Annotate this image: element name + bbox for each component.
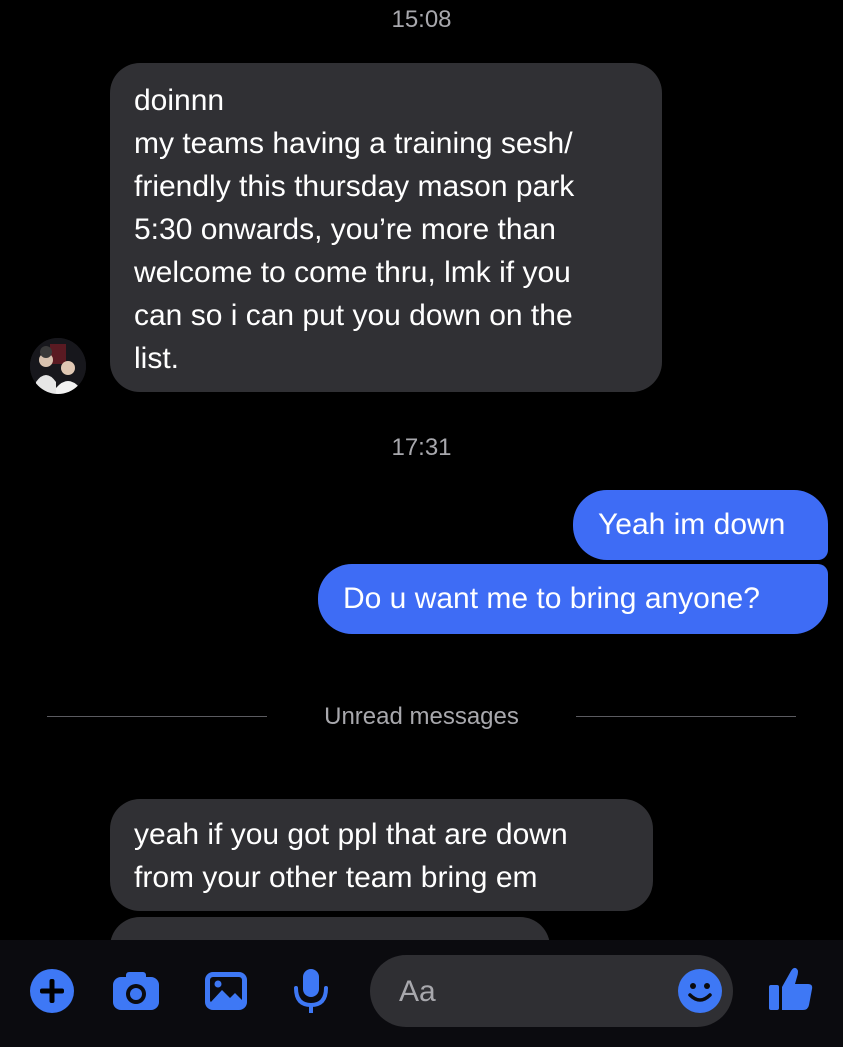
microphone-icon (294, 969, 328, 1013)
message-text: yeah if you got ppl that are down from y… (134, 818, 568, 894)
unread-messages-divider: Unread messages (324, 703, 519, 730)
emoji-icon (678, 969, 722, 1013)
message-input-placeholder: Aa (399, 975, 436, 1008)
divider-line (576, 716, 796, 717)
like-button[interactable] (766, 963, 816, 1013)
outgoing-message-bubble[interactable]: Do u want me to bring anyone? (318, 564, 828, 634)
add-button[interactable] (27, 966, 77, 1016)
gallery-button[interactable] (201, 966, 251, 1016)
timestamp: 17:31 (391, 434, 452, 461)
message-text: Yeah im down (598, 508, 786, 541)
timestamp: 15:08 (391, 6, 452, 33)
outgoing-message-bubble[interactable]: Yeah im down (573, 490, 828, 560)
thumbs-up-icon (769, 967, 813, 1010)
contact-avatar[interactable] (30, 338, 86, 394)
message-text: doinnn my teams having a training sesh/ … (134, 84, 575, 375)
message-text: Do u want me to bring anyone? (343, 582, 760, 615)
incoming-message-bubble[interactable]: doinnn my teams having a training sesh/ … (110, 63, 662, 392)
camera-button[interactable] (111, 966, 161, 1016)
voice-message-button[interactable] (286, 966, 336, 1016)
plus-icon (30, 969, 74, 1013)
avatar-photo-icon (30, 338, 86, 394)
camera-icon (113, 972, 159, 1010)
image-icon (205, 972, 247, 1010)
incoming-message-bubble[interactable]: yeah if you got ppl that are down from y… (110, 799, 653, 911)
emoji-button[interactable] (675, 966, 725, 1016)
